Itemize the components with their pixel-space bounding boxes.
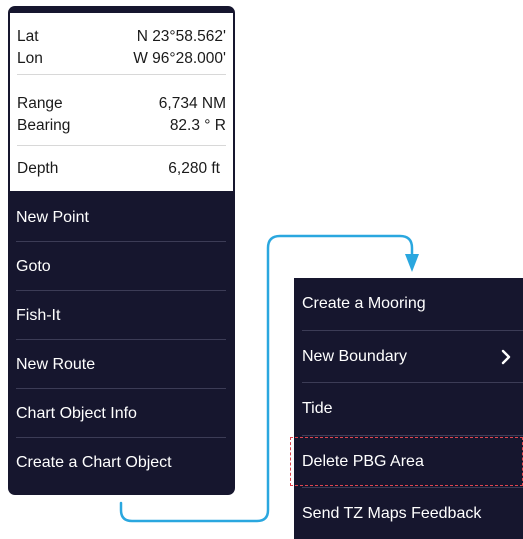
submenu-item-label: Delete PBG Area [302, 452, 424, 470]
submenu-item-label: Tide [302, 400, 333, 418]
submenu-item-delete-pbg-area[interactable]: Delete PBG Area [294, 436, 523, 489]
submenu-item-create-mooring[interactable]: Create a Mooring [294, 278, 523, 331]
submenu-item-label: Create a Mooring [302, 295, 426, 313]
submenu: Create a Mooring New Boundary Tide Delet… [294, 278, 523, 539]
submenu-item-send-feedback[interactable]: Send TZ Maps Feedback [294, 488, 523, 539]
chevron-right-icon [501, 349, 511, 365]
arrow-head-icon [405, 254, 419, 272]
submenu-item-tide[interactable]: Tide [294, 383, 523, 436]
submenu-item-label: Send TZ Maps Feedback [302, 505, 482, 523]
submenu-item-label: New Boundary [302, 347, 407, 365]
submenu-item-new-boundary[interactable]: New Boundary [294, 331, 523, 384]
